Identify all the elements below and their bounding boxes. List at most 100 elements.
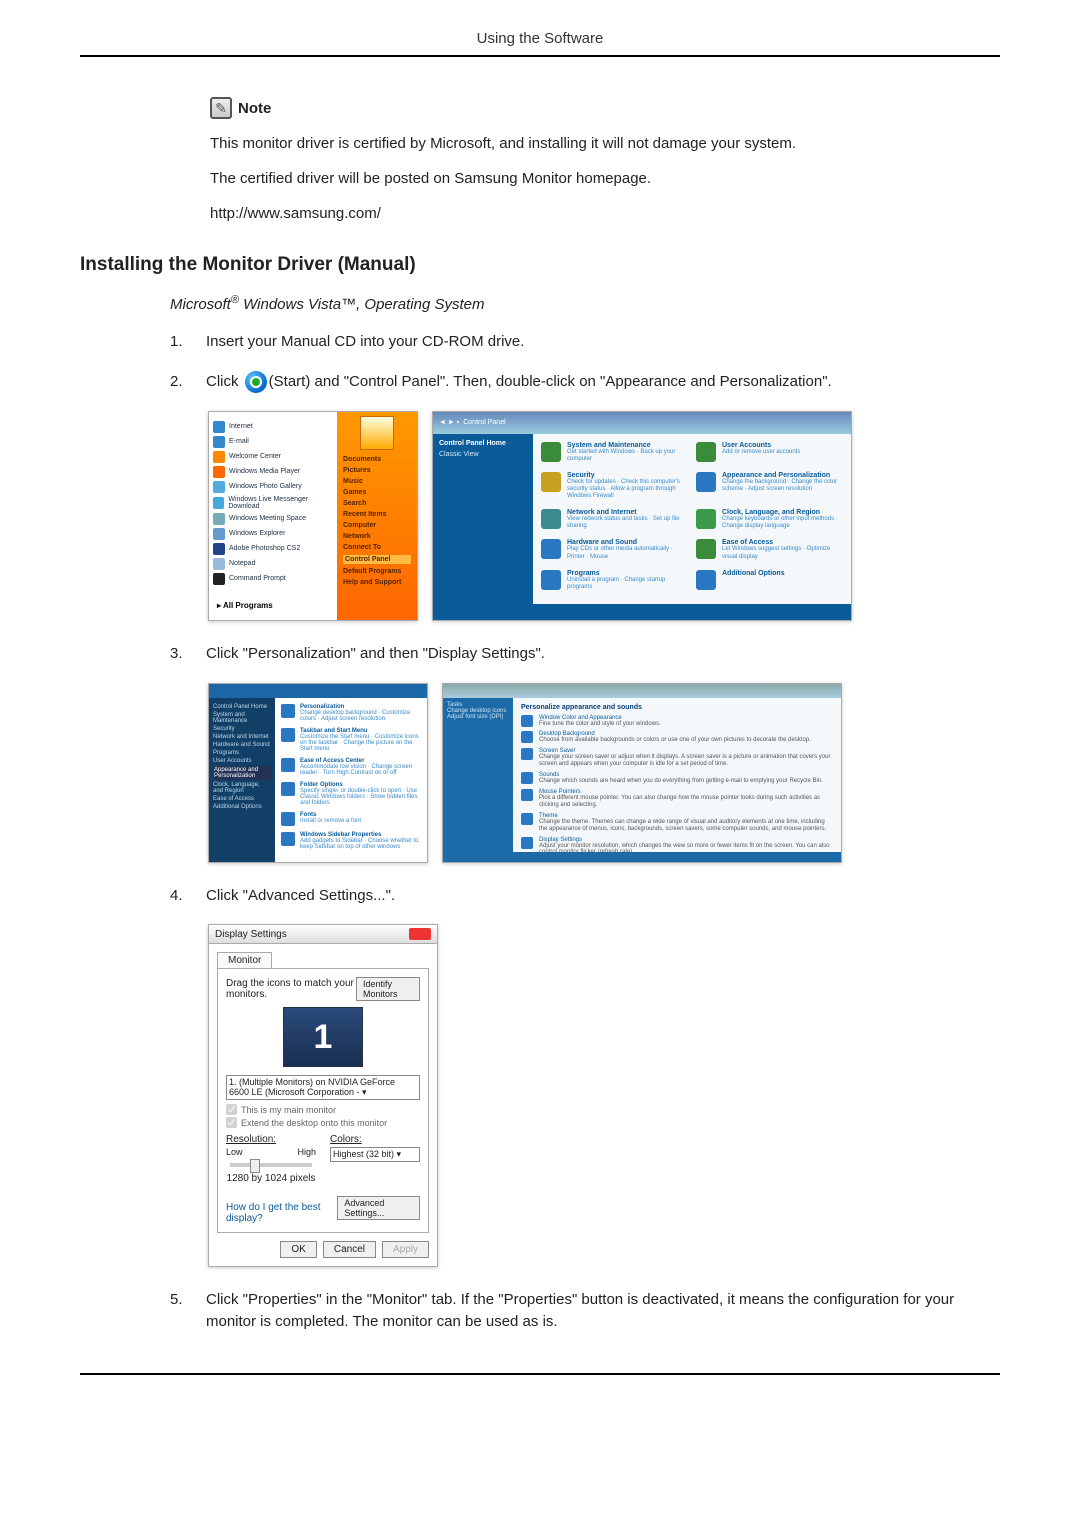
cp-crumb: Control Panel — [463, 419, 505, 426]
category-title: Programs — [567, 570, 688, 577]
category-icon — [541, 509, 561, 529]
pers-row: Screen SaverChange your screen saver or … — [521, 748, 833, 768]
resolution-value: 1280 by 1024 pixels — [226, 1173, 316, 1184]
step-1-num: 1. — [170, 331, 188, 353]
group-icon — [281, 812, 295, 826]
pers-row: SoundsChange which sounds are heard when… — [521, 772, 833, 785]
chk2-label: Extend the desktop onto this monitor — [241, 1118, 387, 1128]
sm-item: Windows Meeting Space — [229, 515, 306, 522]
sm-right-control-panel: Control Panel — [343, 555, 411, 564]
ap-side-item: Additional Options — [213, 804, 271, 810]
row-desc: Change the theme. Themes can change a wi… — [539, 819, 833, 833]
resolution-slider[interactable] — [230, 1163, 312, 1167]
colors-select[interactable]: Highest (32 bit) ▾ — [330, 1147, 420, 1162]
adapter-select[interactable]: 1. (Multiple Monitors) on NVIDIA GeForce… — [226, 1075, 420, 1100]
start-menu-right: Documents Pictures Music Games Search Re… — [337, 412, 417, 620]
steps-list-4: 4. Click "Advanced Settings...". — [170, 885, 1000, 907]
cp-category: Network and InternetView network status … — [541, 509, 688, 535]
step-1: 1. Insert your Manual CD into your CD-RO… — [170, 331, 1000, 353]
cp-category: Additional Options — [696, 570, 843, 596]
cp-category: ProgramsUninstall a program · Change sta… — [541, 570, 688, 596]
sm-right-item: Pictures — [343, 467, 411, 474]
row-desc: Fine tune the color and style of your wi… — [539, 721, 661, 728]
footer-rule — [80, 1373, 1000, 1375]
step-5-num: 5. — [170, 1289, 188, 1311]
cancel-button[interactable]: Cancel — [323, 1241, 376, 1258]
screenshot-appearance-personalization: Control Panel HomeSystem and Maintenance… — [208, 683, 428, 863]
ds-tab-monitor[interactable]: Monitor — [217, 952, 272, 968]
close-icon[interactable] — [409, 928, 431, 940]
category-sub: Uninstall a program · Change startup pro… — [567, 577, 688, 591]
identify-monitors-button[interactable]: Identify Monitors — [356, 977, 420, 1001]
sm-item: Notepad — [229, 560, 255, 567]
ap-group: Folder OptionsSpecify single- or double-… — [281, 782, 421, 806]
resolution-label: Resolution: — [226, 1134, 316, 1145]
row-desc: Pick a different mouse pointer. You can … — [539, 795, 833, 809]
sm-item: Welcome Center — [229, 453, 281, 460]
step-4-text: Click "Advanced Settings...". — [206, 885, 1000, 907]
category-sub: View network status and tasks · Set up f… — [567, 516, 688, 530]
category-icon — [696, 442, 716, 462]
category-icon — [541, 472, 561, 492]
category-sub: Add or remove user accounts — [722, 449, 800, 456]
row-desc: Choose from available backgrounds or col… — [539, 737, 811, 744]
ap-group: FontsInstall or remove a font — [281, 812, 421, 826]
sm-item: Command Prompt — [229, 575, 286, 582]
row-icon — [521, 813, 533, 825]
best-display-link[interactable]: How do I get the best display? — [226, 1202, 337, 1224]
category-title: Additional Options — [722, 570, 785, 577]
cp-category: Appearance and PersonalizationChange the… — [696, 472, 843, 505]
sm-right-item: Search — [343, 500, 411, 507]
step-1-text: Insert your Manual CD into your CD-ROM d… — [206, 331, 1000, 353]
step-4-num: 4. — [170, 885, 188, 907]
apply-button[interactable]: Apply — [382, 1241, 429, 1258]
chk-extend-desktop[interactable]: Extend the desktop onto this monitor — [226, 1117, 420, 1128]
monitor-preview-icon[interactable]: 1 — [283, 1007, 363, 1067]
advanced-settings-button[interactable]: Advanced Settings... — [337, 1196, 420, 1220]
ds-titlebar: Display Settings — [209, 925, 437, 944]
checkbox-icon[interactable] — [226, 1104, 237, 1115]
category-icon — [541, 442, 561, 462]
page-header-title: Using the Software — [80, 30, 1000, 47]
step-2-pre: Click — [206, 373, 243, 390]
category-title: Clock, Language, and Region — [722, 509, 843, 516]
sm-item: Windows Photo Gallery — [229, 483, 302, 490]
ap-side-item: Appearance and Personalization — [213, 766, 271, 780]
image-row-2: Control Panel HomeSystem and Maintenance… — [208, 683, 1000, 863]
note-icon: ✎ — [210, 97, 232, 119]
ap-group: Windows Sidebar PropertiesAdd gadgets to… — [281, 832, 421, 850]
screenshot-personalization: TasksChange desktop iconsAdjust font siz… — [442, 683, 842, 863]
row-desc: Change which sounds are heard when you d… — [539, 778, 823, 785]
ap-side-item: Ease of Access — [213, 796, 271, 802]
row-icon — [521, 837, 533, 849]
checkbox-icon[interactable] — [226, 1117, 237, 1128]
group-links: Add gadgets to Sidebar · Choose whether … — [300, 838, 421, 850]
ap-main: PersonalizationChange desktop background… — [275, 698, 427, 862]
category-sub: Get started with Windows · Back up your … — [567, 449, 688, 463]
pers-side-item: Adjust font size (DPI) — [447, 714, 509, 720]
subtitle-sup: ® — [231, 294, 239, 306]
step-2-text: Click (Start) and "Control Panel". Then,… — [206, 371, 1000, 393]
messenger-icon — [213, 497, 224, 509]
step-2-num: 2. — [170, 371, 188, 393]
sm-right-item: Help and Support — [343, 579, 411, 586]
high-label: High — [297, 1147, 316, 1157]
sm-item: E-mail — [229, 438, 249, 445]
category-icon — [696, 570, 716, 590]
chk-main-monitor[interactable]: This is my main monitor — [226, 1104, 420, 1115]
ap-side-item: User Accounts — [213, 758, 271, 764]
ie-icon — [213, 421, 225, 433]
ok-button[interactable]: OK — [280, 1241, 316, 1258]
cp-category: Hardware and SoundPlay CDs or other medi… — [541, 539, 688, 565]
section-subtitle: Microsoft® Windows Vista™, Operating Sys… — [170, 294, 1000, 313]
screenshot-start-menu: Internet E-mail Welcome Center Windows M… — [208, 411, 418, 621]
pers-row: Desktop BackgroundChoose from available … — [521, 731, 833, 744]
category-icon — [541, 570, 561, 590]
group-icon — [281, 782, 295, 796]
category-sub: Change keyboards or other input methods … — [722, 516, 843, 530]
row-icon — [521, 715, 533, 727]
all-programs-label: All Programs — [223, 601, 273, 610]
sm-item: Internet — [229, 423, 253, 430]
cp-sidebar: Control Panel Home Classic View — [433, 434, 533, 604]
low-label: Low — [226, 1147, 243, 1157]
